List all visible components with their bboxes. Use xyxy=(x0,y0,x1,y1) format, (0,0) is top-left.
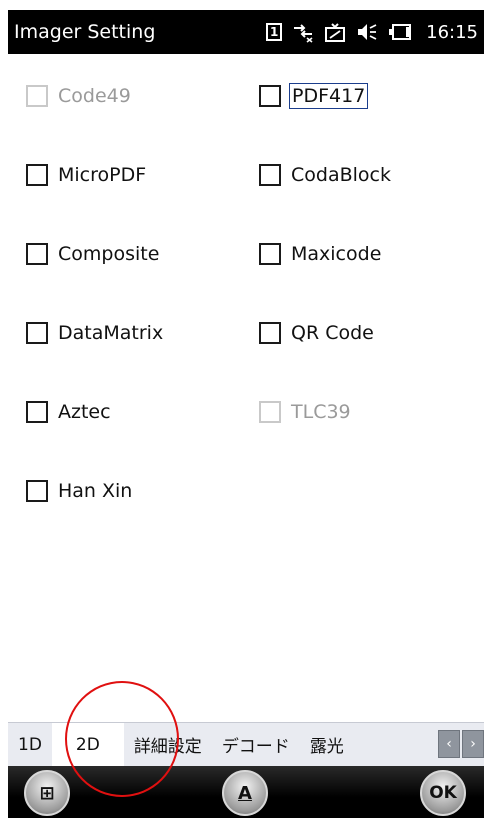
checkbox-label: Maxicode xyxy=(291,243,382,265)
checkbox-micropdf[interactable]: MicroPDF xyxy=(26,155,148,195)
keyboard-icon: A xyxy=(238,782,252,804)
start-button[interactable]: ⊞ xyxy=(24,770,70,816)
soft-key-bar: ⊞ A OK xyxy=(8,766,484,818)
checkbox-label: Code49 xyxy=(58,85,131,107)
checkbox-label: PDF417 xyxy=(289,83,369,109)
checkbox-box[interactable] xyxy=(26,85,48,107)
checkbox-box[interactable] xyxy=(26,322,48,344)
checkbox-label: MicroPDF xyxy=(58,164,147,186)
tab-advanced-settings[interactable]: 詳細設定 xyxy=(124,723,212,766)
checkbox-tlc39[interactable]: TLC39 xyxy=(259,392,353,432)
checkbox-label: Aztec xyxy=(58,401,111,423)
checkbox-label: TLC39 xyxy=(291,401,351,423)
tab-2d[interactable]: 2D xyxy=(51,723,124,766)
checkbox-composite[interactable]: Composite xyxy=(26,234,161,274)
checkbox-han-xin[interactable]: Han Xin xyxy=(26,471,134,511)
checkbox-qr-code[interactable]: QR Code xyxy=(259,313,376,353)
imager-setting-screen: Imager Setting 1 16:15 Code49 PDF417 Mic… xyxy=(0,0,489,818)
checkbox-label: CodaBlock xyxy=(291,164,391,186)
checkbox-box[interactable] xyxy=(26,243,48,265)
checkbox-label: QR Code xyxy=(291,322,374,344)
checkbox-box[interactable] xyxy=(259,322,281,344)
windows-logo-icon: ⊞ xyxy=(39,782,55,804)
tab-decode[interactable]: デコード xyxy=(212,723,300,766)
ok-label: OK xyxy=(429,783,457,803)
checkbox-label: DataMatrix xyxy=(58,322,164,344)
checkbox-aztec[interactable]: Aztec xyxy=(26,392,113,432)
settings-tab-bar: 1D 2D 詳細設定 デコード 露光 ‹ › xyxy=(8,722,484,766)
checkbox-box[interactable] xyxy=(26,164,48,186)
checkbox-box[interactable] xyxy=(259,164,281,186)
network-icon[interactable] xyxy=(292,20,314,44)
clock-time: 16:15 xyxy=(426,21,478,43)
tab-exposure[interactable]: 露光 xyxy=(300,723,354,766)
checkbox-box[interactable] xyxy=(26,401,48,423)
status-icons: 1 16:15 xyxy=(266,20,478,44)
checkbox-datamatrix[interactable]: DataMatrix xyxy=(26,313,165,353)
checkbox-pdf417[interactable]: PDF417 xyxy=(259,76,369,116)
tab-scroll-right-button[interactable]: › xyxy=(462,730,484,758)
checkbox-box[interactable] xyxy=(259,243,281,265)
sim-icon: 1 xyxy=(266,20,283,44)
tab-1d[interactable]: 1D xyxy=(8,723,52,766)
checkbox-codablock[interactable]: CodaBlock xyxy=(259,155,393,195)
volume-icon[interactable] xyxy=(356,20,378,44)
ok-button[interactable]: OK xyxy=(420,770,466,816)
checkbox-code49[interactable]: Code49 xyxy=(26,76,133,116)
page-title: Imager Setting xyxy=(14,21,156,43)
checkbox-label: Composite xyxy=(58,243,160,265)
sync-icon[interactable] xyxy=(324,20,346,44)
input-panel-button[interactable]: A xyxy=(222,770,268,816)
tab-scroll-left-button[interactable]: ‹ xyxy=(438,730,460,758)
sim-slot-number: 1 xyxy=(266,23,283,41)
checkbox-box[interactable] xyxy=(26,480,48,502)
symbology-settings-panel: Code49 PDF417 MicroPDF CodaBlock Composi… xyxy=(8,54,484,774)
tab-scroll-arrows: ‹ › xyxy=(438,730,484,758)
checkbox-maxicode[interactable]: Maxicode xyxy=(259,234,383,274)
battery-icon[interactable] xyxy=(388,20,412,44)
checkbox-box[interactable] xyxy=(259,401,281,423)
title-bar: Imager Setting 1 16:15 xyxy=(8,10,484,54)
checkbox-box[interactable] xyxy=(259,85,281,107)
checkbox-label: Han Xin xyxy=(58,480,133,502)
